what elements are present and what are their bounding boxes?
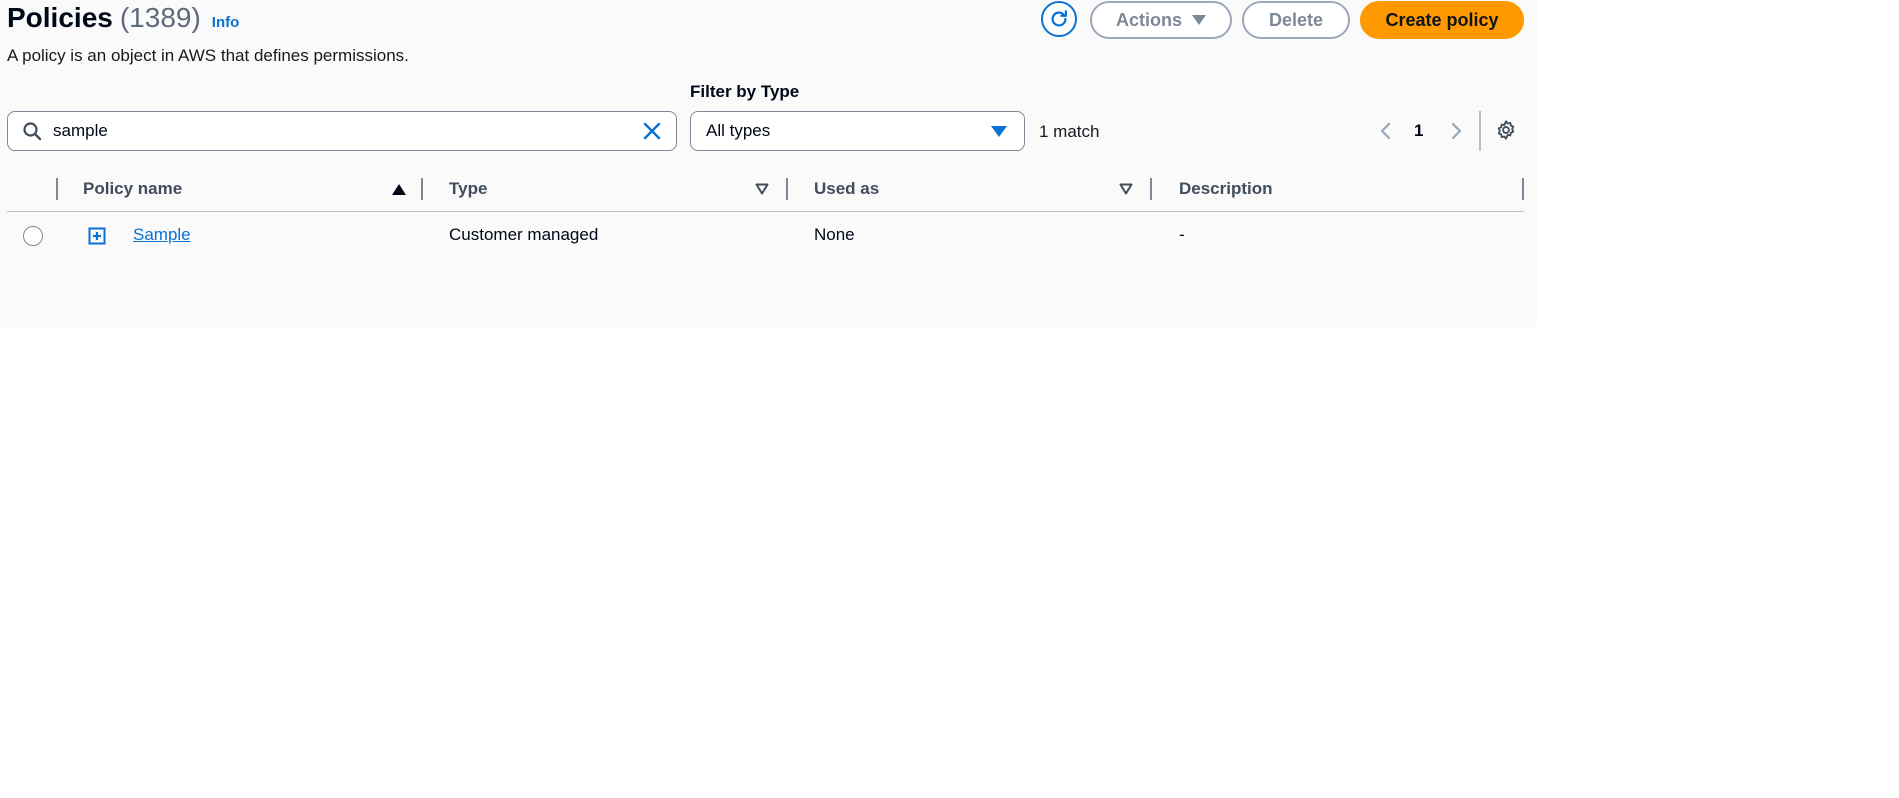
sort-ascending-icon[interactable]	[392, 184, 406, 195]
row-select-radio[interactable]	[23, 226, 43, 246]
current-page-number[interactable]: 1	[1414, 121, 1423, 141]
column-header-policy-name[interactable]: Policy name	[83, 179, 182, 199]
column-header-description[interactable]: Description	[1179, 179, 1273, 199]
policy-type: Customer managed	[449, 225, 599, 244]
policy-name-link[interactable]: Sample	[133, 225, 191, 245]
sort-icon[interactable]	[755, 183, 769, 195]
column-divider[interactable]	[421, 178, 423, 200]
search-input[interactable]: sample	[7, 111, 677, 151]
create-policy-button-label: Create policy	[1385, 9, 1499, 30]
info-link[interactable]: Info	[212, 14, 240, 31]
column-divider	[56, 178, 58, 200]
column-header-used-as[interactable]: Used as	[814, 179, 879, 199]
search-input-value: sample	[53, 121, 108, 140]
chevron-left-icon[interactable]	[1378, 121, 1392, 141]
actions-button[interactable]: Actions	[1090, 1, 1232, 39]
actions-button-label: Actions	[1115, 9, 1182, 30]
refresh-icon	[1051, 10, 1067, 27]
caret-down-icon	[991, 126, 1007, 137]
policies-panel: Policies (1389) Info A policy is an obje…	[0, 0, 1537, 327]
page-title: Policies	[7, 2, 113, 33]
expand-plus-icon[interactable]	[88, 227, 106, 245]
refresh-button[interactable]	[1041, 1, 1077, 37]
create-policy-button[interactable]: Create policy	[1360, 1, 1524, 39]
filter-by-type-label: Filter by Type	[690, 82, 800, 101]
delete-button[interactable]: Delete	[1242, 1, 1350, 39]
chevron-right-icon[interactable]	[1450, 121, 1464, 141]
delete-button-label: Delete	[1268, 9, 1324, 30]
policy-description: -	[1179, 225, 1185, 244]
column-divider[interactable]	[1522, 178, 1524, 200]
table-header: Policy name Type Used as Description	[7, 174, 1524, 212]
caret-down-icon	[1192, 15, 1206, 25]
close-icon[interactable]	[641, 120, 663, 142]
search-icon	[23, 122, 42, 141]
type-filter-select[interactable]: All types	[690, 111, 1025, 151]
gear-icon[interactable]	[1495, 119, 1517, 141]
policy-used-as: None	[814, 225, 855, 244]
table-row: Sample Customer managed None -	[7, 220, 1524, 256]
column-divider[interactable]	[786, 178, 788, 200]
page-description: A policy is an object in AWS that define…	[7, 46, 409, 65]
sort-icon[interactable]	[1119, 183, 1133, 195]
column-header-type[interactable]: Type	[449, 179, 487, 199]
page-header: Policies (1389) Info	[7, 2, 239, 34]
match-count: 1 match	[1039, 122, 1100, 141]
policy-count: (1389)	[119, 2, 201, 33]
type-filter-selected: All types	[706, 121, 771, 140]
pagination-divider	[1479, 111, 1481, 151]
column-divider[interactable]	[1150, 178, 1152, 200]
